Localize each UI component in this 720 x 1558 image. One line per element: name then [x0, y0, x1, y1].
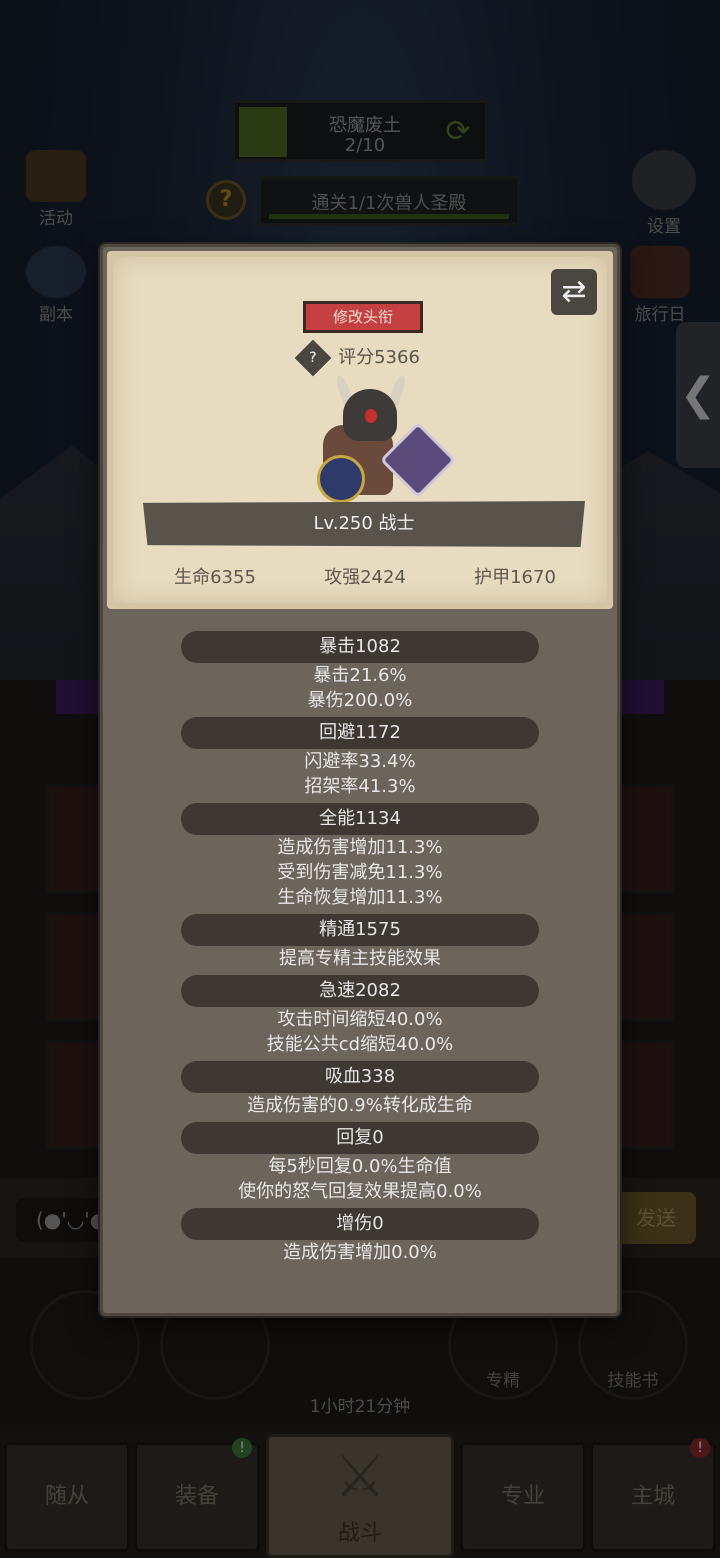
attribute-detail: 受到伤害减免11.3% — [277, 862, 443, 883]
character-level: Lv.250 战士 — [143, 501, 585, 547]
attribute-header: 回避1172 — [181, 717, 539, 749]
attribute-detail: 生命恢复增加11.3% — [277, 887, 443, 908]
attribute-detail: 招架率41.3% — [304, 776, 416, 797]
hp-stat: 生命6355 — [174, 567, 256, 588]
attribute-detail: 攻击时间缩短40.0% — [277, 1009, 443, 1030]
base-stats: 生命6355 攻强2424 护甲1670 — [113, 563, 607, 593]
attribute-group: 吸血338 造成伤害的0.9%转化成生命 — [103, 1061, 617, 1118]
attribute-header: 急速2082 — [181, 975, 539, 1007]
attribute-group: 增伤0 造成伤害增加0.0% — [103, 1208, 617, 1265]
attribute-group: 暴击1082 暴击21.6% 暴伤200.0% — [103, 631, 617, 713]
attribute-group: 精通1575 提高专精主技能效果 — [103, 914, 617, 971]
attribute-detail: 造成伤害增加0.0% — [283, 1242, 437, 1263]
share-icon[interactable]: ⇄ — [551, 269, 597, 315]
attribute-detail: 暴伤200.0% — [307, 690, 413, 711]
armor-stat: 护甲1670 — [474, 567, 556, 588]
attribute-group: 急速2082 攻击时间缩短40.0% 技能公共cd缩短40.0% — [103, 975, 617, 1057]
character-portrait — [313, 374, 457, 505]
attribute-detail: 每5秒回复0.0%生命值 — [268, 1156, 452, 1177]
attribute-header: 回复0 — [181, 1122, 539, 1154]
character-card: 修改头衔 ? 评分5366 ⇄ Lv.250 战士 生命6355 攻强2424 护… — [107, 251, 613, 609]
attribute-group: 回避1172 闪避率33.4% 招架率41.3% — [103, 717, 617, 799]
attribute-header: 增伤0 — [181, 1208, 539, 1240]
attribute-detail: 造成伤害增加11.3% — [277, 837, 443, 858]
character-stats-dialog: 修改头衔 ? 评分5366 ⇄ Lv.250 战士 生命6355 攻强2424 护… — [100, 244, 620, 1316]
rating-help-icon[interactable]: ? — [294, 339, 332, 377]
attribute-detail: 暴击21.6% — [313, 665, 407, 686]
attribute-list: 暴击1082 暴击21.6% 暴伤200.0% 回避1172 闪避率33.4% 招架率41… — [103, 627, 617, 1265]
attribute-detail: 闪避率33.4% — [304, 751, 416, 772]
attribute-header: 暴击1082 — [181, 631, 539, 663]
attribute-header: 全能1134 — [181, 803, 539, 835]
attribute-group: 回复0 每5秒回复0.0%生命值使你的怒气回复效果提高0.0% — [103, 1122, 617, 1204]
attribute-detail: 造成伤害的0.9%转化成生命 — [247, 1095, 473, 1116]
edit-title-button[interactable]: 修改头衔 — [303, 301, 423, 333]
attribute-group: 全能1134 造成伤害增加11.3% 受到伤害减免11.3% 生命恢复增加11.3% — [103, 803, 617, 910]
rating-value: 评分5366 — [338, 347, 420, 368]
attribute-detail: 提高专精主技能效果 — [279, 948, 441, 969]
attribute-detail: 技能公共cd缩短40.0% — [266, 1034, 454, 1055]
rating-row: ? 评分5366 — [113, 339, 607, 377]
attack-stat: 攻强2424 — [324, 567, 406, 588]
attribute-header: 吸血338 — [181, 1061, 539, 1093]
attribute-detail: 使你的怒气回复效果提高0.0% — [238, 1181, 482, 1202]
attribute-header: 精通1575 — [181, 914, 539, 946]
